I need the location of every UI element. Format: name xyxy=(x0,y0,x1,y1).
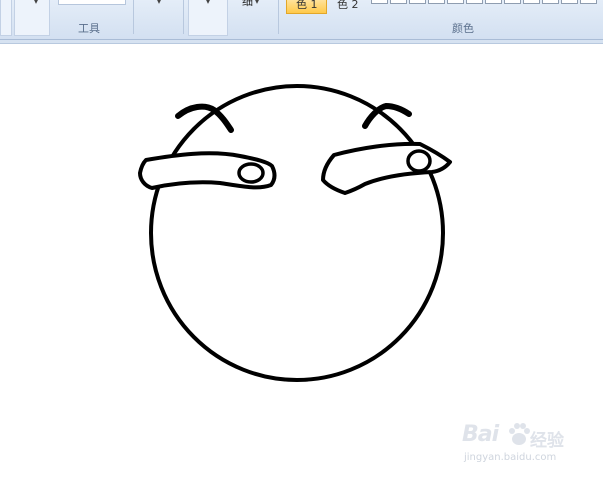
ribbon-clipped-button-2[interactable] xyxy=(14,0,50,36)
chevron-down-icon[interactable]: ▾ xyxy=(157,0,161,6)
paw-icon xyxy=(509,423,530,445)
face-outline xyxy=(149,84,445,382)
left-pupil xyxy=(237,162,265,184)
watermark-brand: Bai xyxy=(462,422,499,447)
color-swatch[interactable] xyxy=(580,0,597,4)
watermark: Bai 经验 jingyan.baidu.com xyxy=(462,420,592,470)
tool-dropdown[interactable] xyxy=(58,0,126,5)
color2-label[interactable]: 色 2 xyxy=(337,0,359,12)
color-swatch[interactable] xyxy=(561,0,578,4)
chevron-down-icon[interactable]: ▾ xyxy=(255,0,259,6)
ribbon-separator xyxy=(278,0,279,34)
color-swatch[interactable] xyxy=(542,0,559,4)
watermark-brand-cn: 经验 xyxy=(530,431,564,451)
right-eye-band xyxy=(321,141,452,195)
right-pupil xyxy=(406,149,432,173)
color-swatch[interactable] xyxy=(390,0,407,4)
ribbon-toolbar: ▾ 工具 ▾ ▾ 细 ▾ 色 1 色 2 颜色 xyxy=(0,0,603,40)
color-swatch[interactable] xyxy=(409,0,426,4)
color-swatch[interactable] xyxy=(428,0,445,4)
color1-label: 色 1 xyxy=(296,0,318,11)
colors-group-label: 颜色 xyxy=(452,22,474,35)
color-swatch[interactable] xyxy=(504,0,521,4)
color-swatch[interactable] xyxy=(466,0,483,4)
ribbon-separator xyxy=(133,0,134,34)
size-button-label[interactable]: 细 xyxy=(242,0,253,7)
color-swatch[interactable] xyxy=(485,0,502,4)
ribbon-clipped-button[interactable] xyxy=(0,0,12,36)
color-swatch[interactable] xyxy=(447,0,464,4)
color-swatch[interactable] xyxy=(523,0,540,4)
color-swatch[interactable] xyxy=(371,0,388,4)
chevron-down-icon[interactable]: ▾ xyxy=(34,0,38,6)
tools-group-label: 工具 xyxy=(78,22,100,35)
watermark-url: jingyan.baidu.com xyxy=(464,452,557,463)
chevron-down-icon[interactable]: ▾ xyxy=(206,0,210,6)
color1-button[interactable]: 色 1 xyxy=(286,0,327,14)
ribbon-separator xyxy=(183,0,184,34)
